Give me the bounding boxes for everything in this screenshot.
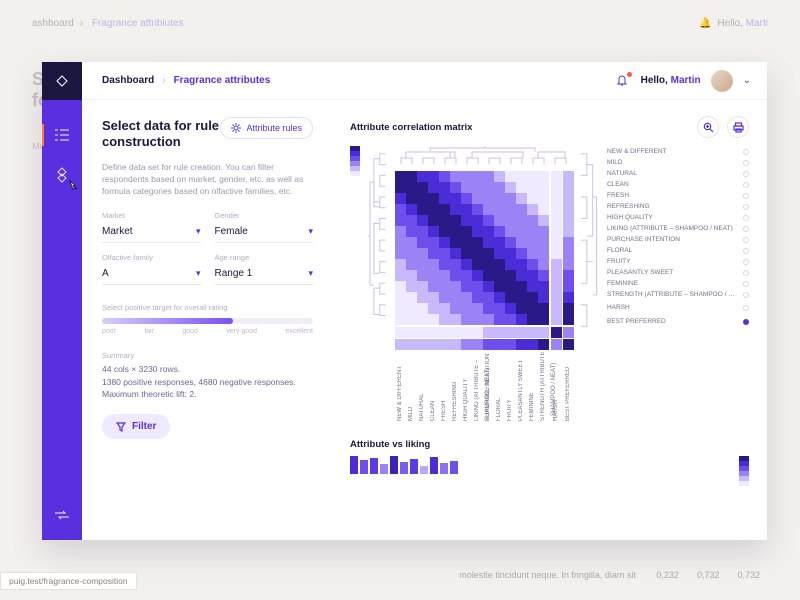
column-labels: NEW & DIFFERENTMILDNATURALCLEANFRESHREFR… [395, 351, 571, 421]
attribute-toggle[interactable] [743, 270, 749, 276]
liking-chart-preview [350, 456, 470, 474]
nav-item-rules-icon[interactable] [51, 124, 73, 146]
zoom-icon [703, 122, 714, 133]
chevron-down-icon: ▾ [308, 268, 313, 279]
heatmap-grid[interactable] [395, 171, 571, 347]
url-status-chip: puig.test/fragrance-composition [0, 572, 137, 590]
zoom-button[interactable] [697, 116, 719, 138]
row-label: BEST PREFERRED [607, 316, 749, 327]
rating-slider[interactable] [102, 318, 313, 324]
filter-button[interactable]: Filter [102, 414, 170, 439]
filter-icon [116, 422, 126, 432]
olfactive-select[interactable]: A▾ [102, 265, 201, 285]
dendrogram-top [395, 146, 571, 166]
row-label: PURCHASE INTENTION [607, 234, 749, 245]
color-legend-2 [739, 456, 749, 486]
settings-icon [231, 123, 241, 133]
viz-panel: Attribute correlation matrix [332, 100, 767, 540]
attribute-toggle[interactable] [743, 292, 749, 298]
breadcrumb-page[interactable]: Fragrance attributes [174, 75, 271, 86]
olfactive-label: Olfactive family [102, 253, 201, 262]
breadcrumb: Dashboard › Fragrance attributes [102, 75, 270, 86]
print-button[interactable] [727, 116, 749, 138]
print-icon [733, 122, 744, 133]
attribute-toggle[interactable] [743, 171, 749, 177]
row-labels: NEW & DIFFERENTMILDNATURALCLEANFRESHREFR… [607, 146, 749, 327]
row-label: CLEAN [607, 179, 749, 190]
row-label: FRUITY [607, 256, 749, 267]
user-menu-chevron-icon[interactable]: ⌄ [743, 75, 751, 86]
color-legend [350, 146, 360, 176]
attribute-toggle[interactable] [743, 160, 749, 166]
dendrogram-left [368, 146, 388, 342]
row-label: FEMININE [607, 278, 749, 289]
config-description: Define data set for rule creation. You c… [102, 161, 313, 198]
correlation-matrix: NEW & DIFFERENTMILDNATURALCLEANFRESHREFR… [350, 146, 749, 421]
slider-label: Select positive target for overall ratin… [102, 303, 313, 312]
attribute-toggle[interactable] [743, 226, 749, 232]
rail-active-indicator [42, 124, 44, 146]
gender-label: Gender [215, 211, 314, 220]
age-range-label: Age range [215, 253, 314, 262]
avatar[interactable] [711, 70, 733, 92]
attribute-toggle[interactable] [743, 319, 749, 325]
market-label: Market [102, 211, 201, 220]
config-panel: Select data for rule construction Attrib… [82, 100, 332, 540]
side-rail [42, 62, 82, 540]
row-label: NATURAL [607, 168, 749, 179]
row-label: HARSH [607, 302, 749, 313]
topbar: Dashboard › Fragrance attributes Hello, … [82, 62, 767, 100]
matrix-title: Attribute correlation matrix [350, 122, 472, 133]
attribute-toggle[interactable] [743, 182, 749, 188]
liking-section: Attribute vs liking [350, 439, 749, 486]
attribute-toggle[interactable] [743, 193, 749, 199]
attribute-toggle[interactable] [743, 204, 749, 210]
notifications-bell-icon[interactable] [615, 73, 631, 89]
attribute-toggle[interactable] [743, 248, 749, 254]
greeting: Hello, Martin [641, 75, 701, 86]
dendrogram-right [579, 146, 599, 342]
attribute-toggle[interactable] [743, 237, 749, 243]
summary-block: Summary 44 cols × 3230 rows. 1380 positi… [102, 351, 313, 400]
chevron-right-icon: › [162, 75, 165, 86]
nav-item-composition-icon[interactable] [51, 164, 73, 186]
attribute-toggle[interactable] [743, 305, 749, 311]
collapse-rail-icon[interactable] [51, 504, 73, 526]
attribute-toggle[interactable] [743, 215, 749, 221]
chevron-down-icon: ▾ [308, 226, 313, 237]
chevron-down-icon: ▾ [196, 226, 201, 237]
attribute-toggle[interactable] [743, 281, 749, 287]
row-label: STRENGTH (ATTRIBUTE – SHAMPOO / NEAT) [607, 289, 749, 300]
chevron-down-icon: ▾ [196, 268, 201, 279]
age-range-select[interactable]: Range 1▾ [215, 265, 314, 285]
row-label: HIGH QUALITY [607, 212, 749, 223]
row-label: REFRESHING [607, 201, 749, 212]
notification-dot [627, 72, 632, 77]
row-label: FRESH [607, 190, 749, 201]
row-label: FLORAL [607, 245, 749, 256]
main-panel: Dashboard › Fragrance attributes Hello, … [42, 62, 767, 540]
row-label: MILD [607, 157, 749, 168]
slider-ticks: poorfairgoodvery goodexcellent [102, 328, 313, 335]
brand-logo[interactable] [42, 62, 82, 100]
attribute-rules-button[interactable]: Attribute rules [220, 117, 313, 139]
liking-title: Attribute vs liking [350, 439, 749, 450]
breadcrumb-root[interactable]: Dashboard [102, 75, 154, 86]
content-area: Dashboard › Fragrance attributes Hello, … [82, 62, 767, 540]
row-label: LIKING (ATTRIBUTE – SHAMPOO / NEAT) [607, 223, 749, 234]
market-select[interactable]: Market▾ [102, 223, 201, 243]
attribute-toggle[interactable] [743, 259, 749, 265]
row-label: NEW & DIFFERENT [607, 146, 749, 157]
row-label: PLEASANTLY SWEET [607, 267, 749, 278]
attribute-toggle[interactable] [743, 149, 749, 155]
gender-select[interactable]: Female▾ [215, 223, 314, 243]
